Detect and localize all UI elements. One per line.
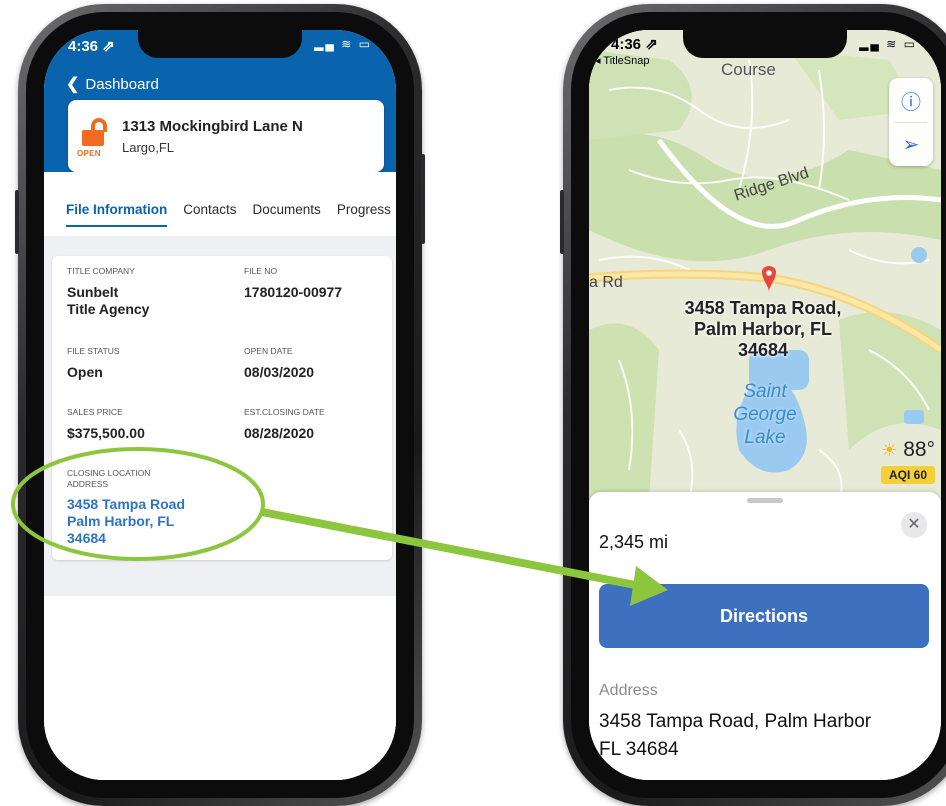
field-value: 08/28/2020 (244, 425, 315, 441)
tab-contacts[interactable]: Contacts (183, 202, 236, 227)
status-bar: 4:36 ⇗ ▂▄ ≋ ▭ (611, 34, 917, 56)
lake-label: Saint George Lake (733, 381, 797, 448)
sales-price-field: SALES PRICE $375,500.00 (67, 407, 227, 442)
road-label: Course (721, 60, 776, 79)
file-no-field: FILE NO 1780120-00977 (244, 266, 384, 301)
field-label: TITLE COMPANY (67, 266, 135, 276)
file-info-card: TITLE COMPANY Sunbelt Title Agency FILE … (52, 256, 392, 560)
address-value: 3458 Tampa Road, Palm Harbor FL 34684 (599, 711, 872, 760)
status-time: 4:36 ⇗ (68, 38, 115, 55)
field-label: OPEN DATE (244, 346, 293, 356)
field-value: 08/03/2020 (244, 364, 315, 380)
info-icon[interactable]: ⓘ (889, 78, 933, 122)
tab-progress[interactable]: Progress (337, 202, 391, 227)
field-label: EST.CLOSING DATE (244, 407, 325, 417)
title-company-field: TITLE COMPANY Sunbelt Title Agency (67, 266, 227, 318)
map-controls: ⓘ ➢ (889, 78, 933, 166)
sheet-grabber[interactable] (747, 498, 783, 503)
road-label: a Rd (589, 274, 623, 291)
stage: 4:36 ⇗ ▂▄ ≋ ▭ ❮ Dashboard OPEN 1313 Mock… (0, 0, 946, 806)
place-card-sheet: 2,345 mi ✕ Directions Address 3458 Tampa… (589, 492, 941, 780)
back-button[interactable]: ❮ Dashboard (66, 74, 159, 94)
field-value: $375,500.00 (67, 425, 145, 441)
directions-button[interactable]: Directions (599, 584, 929, 648)
sun-icon: ☀ (881, 440, 898, 460)
left-screen: 4:36 ⇗ ▂▄ ≋ ▭ ❮ Dashboard OPEN 1313 Mock… (44, 30, 396, 780)
status-bar: 4:36 ⇗ ▂▄ ≋ ▭ (68, 34, 372, 56)
pin-label: 3458 Tampa Road, Palm Harbor, FL 34684 (684, 298, 842, 360)
open-date-field: OPEN DATE 08/03/2020 (244, 346, 384, 381)
back-to-app-link[interactable]: ◂ TitleSnap (595, 54, 649, 67)
field-label: CLOSING LOCATION ADDRESS (67, 468, 151, 489)
close-icon[interactable]: ✕ (901, 512, 927, 538)
map-view[interactable]: 4:36 ⇗ ▂▄ ≋ ▭ ◂ TitleSnap ⓘ ➢ Course Rid… (589, 30, 941, 500)
green-area (589, 323, 659, 500)
location-arrow-icon[interactable]: ➢ (889, 122, 933, 166)
right-phone-frame: 4:36 ⇗ ▂▄ ≋ ▭ ◂ TitleSnap ⓘ ➢ Course Rid… (560, 4, 946, 806)
address-label: Address (599, 682, 658, 699)
file-summary-card: OPEN 1313 Mockingbird Lane N Largo,FL (68, 100, 384, 172)
status-icons: ▂▄ ≋ ▭ (314, 37, 372, 51)
volume-button (15, 190, 19, 254)
tab-documents[interactable]: Documents (253, 202, 321, 227)
status-badge: OPEN (77, 149, 101, 158)
temperature: 88° (903, 438, 935, 461)
closing-location-field: CLOSING LOCATION ADDRESS 3458 Tampa Road… (67, 468, 247, 547)
chevron-left-icon: ❮ (66, 76, 80, 93)
unlock-icon: OPEN (77, 118, 112, 158)
right-screen: 4:36 ⇗ ▂▄ ≋ ▭ ◂ TitleSnap ⓘ ➢ Course Rid… (589, 30, 941, 780)
file-address: 1313 Mockingbird Lane N (122, 118, 303, 135)
left-phone-frame: 4:36 ⇗ ▂▄ ≋ ▭ ❮ Dashboard OPEN 1313 Mock… (15, 4, 425, 806)
file-status-field: FILE STATUS Open (67, 346, 227, 381)
est-closing-date-field: EST.CLOSING DATE 08/28/2020 (244, 407, 384, 442)
tab-file-information[interactable]: File Information (66, 202, 168, 227)
back-label: Dashboard (85, 75, 159, 93)
field-label: FILE STATUS (67, 346, 120, 356)
power-button (421, 154, 425, 244)
file-city: Largo,FL (122, 140, 175, 155)
field-value: Sunbelt Title Agency (67, 284, 150, 317)
aqi-badge: AQI 60 (880, 466, 935, 484)
field-label: SALES PRICE (67, 407, 123, 417)
weather-widget: ☀ 88° AQI 60 (880, 438, 935, 484)
tabs-area: File Information Contacts Documents Prog… (44, 172, 396, 236)
field-value: 1780120-00977 (244, 284, 343, 300)
field-value: Open (67, 364, 103, 380)
field-label: FILE NO (244, 266, 278, 276)
closing-address-link[interactable]: 3458 Tampa Road Palm Harbor, FL 34684 (67, 496, 247, 547)
blank-area (44, 596, 396, 780)
tab-bar: File Information Contacts Documents Prog… (66, 202, 391, 227)
status-time: 4:36 ⇗ (611, 36, 658, 53)
volume-button (560, 190, 564, 254)
status-icons: ▂▄ ≋ ▭ (859, 37, 917, 51)
distance: 2,345 mi (599, 532, 669, 552)
file-info-body: TITLE COMPANY Sunbelt Title Agency FILE … (44, 236, 396, 596)
